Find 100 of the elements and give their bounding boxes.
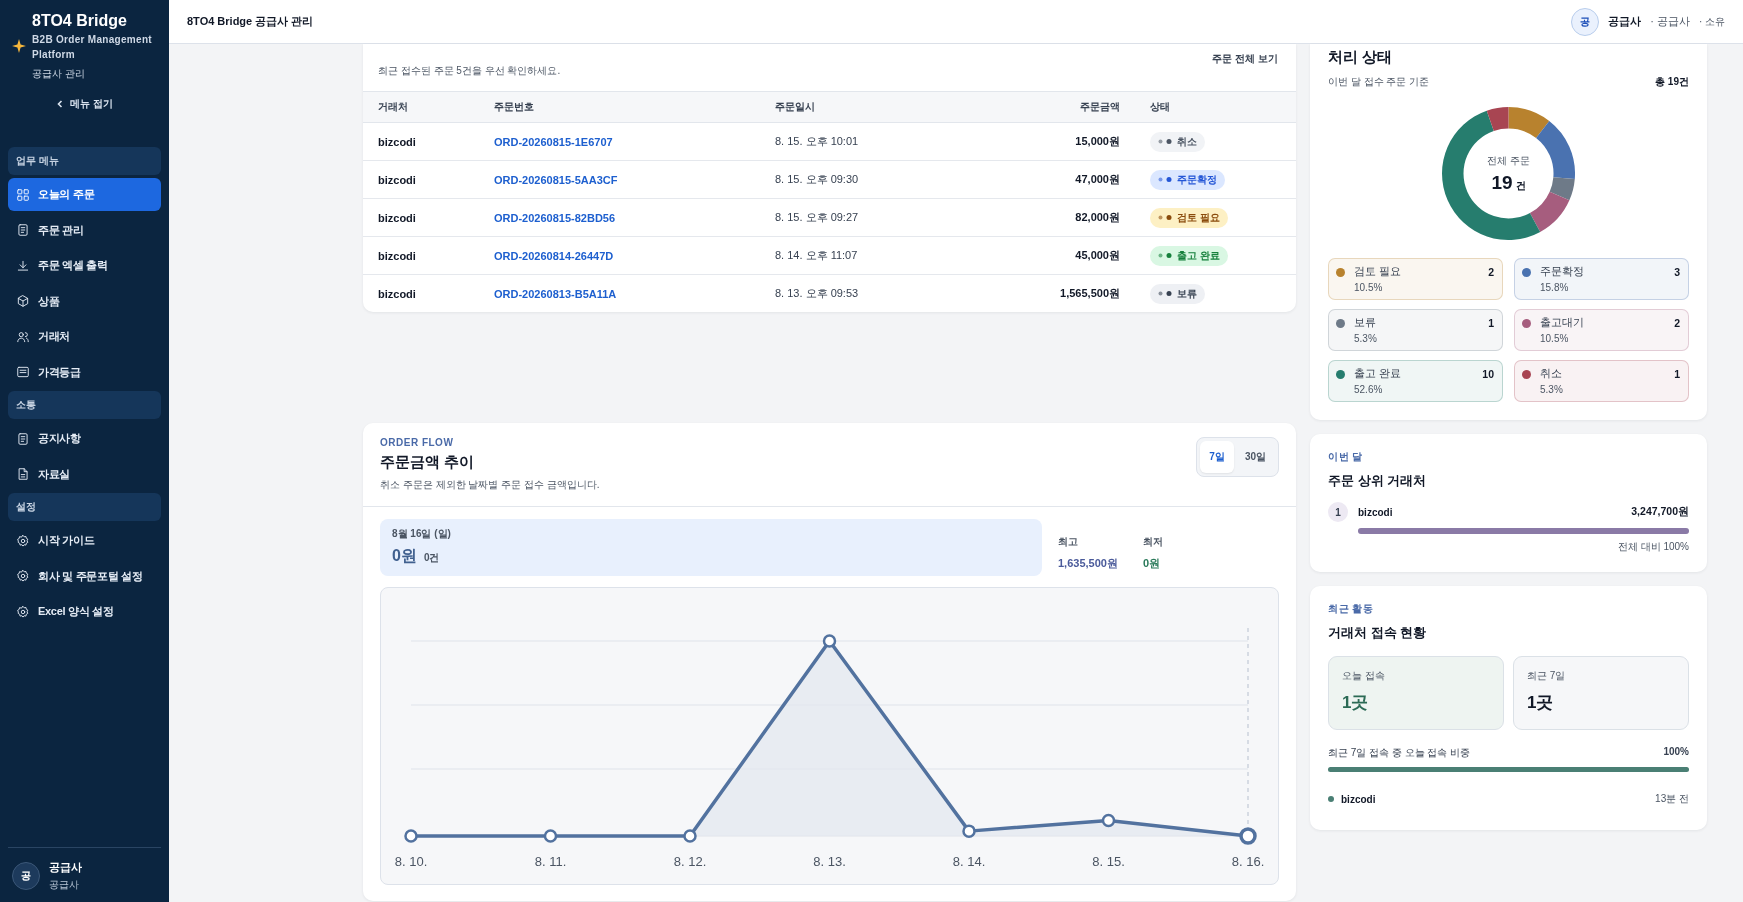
user-avatar[interactable]: 공 xyxy=(12,862,40,890)
legend-percent: 10.5% xyxy=(1354,282,1384,293)
dots-icon xyxy=(1158,177,1172,182)
legend-count: 3 xyxy=(1674,266,1680,278)
table-cell-text: 8. 15. 오후 09:27 xyxy=(775,210,860,225)
settings-icon xyxy=(16,569,30,583)
donut-center-label: 전체 주문 xyxy=(1487,153,1530,168)
brand-tagline: B2B Order Management Platform xyxy=(32,33,153,62)
section-header: 업무 메뉴 xyxy=(8,147,161,175)
section-header: 설정 xyxy=(8,493,161,521)
settings-icon xyxy=(16,604,30,619)
file-icon xyxy=(16,467,30,481)
table-cell-text: bizcodi xyxy=(378,211,417,224)
x-axis-label: 8. 10. xyxy=(394,854,428,869)
table-cell-text: 8. 15. 오후 10:01 xyxy=(775,134,860,149)
nav-item[interactable]: 회사 및 주문포털 설정 xyxy=(8,559,161,593)
user-role: · 공급사 xyxy=(1650,14,1690,29)
nav-item[interactable]: 주문 관리 xyxy=(8,213,161,247)
nav-item[interactable]: 자료실 xyxy=(8,457,161,491)
x-axis-label: 8. 16. xyxy=(1231,854,1265,869)
donut-center-unit: 건 xyxy=(1515,178,1526,193)
card-eyebrow: 이번 달 xyxy=(1328,450,1364,464)
stat-value: 1,635,500원 xyxy=(1058,555,1118,571)
legend-label: 취소 xyxy=(1540,367,1563,381)
selected-date: 8월 16일 (일) xyxy=(392,527,452,541)
tile-value: 1곳 xyxy=(1342,692,1370,714)
status-badge: 검토 필요 xyxy=(1150,207,1228,228)
status-badge: 취소 xyxy=(1150,131,1205,152)
nav-item[interactable]: 시작 가이드 xyxy=(8,524,161,557)
brand-subtitle: 공급사 관리 xyxy=(32,67,86,81)
order-number-link[interactable]: ORD-20260815-1E6707 xyxy=(494,135,613,148)
dots-icon xyxy=(1158,215,1172,220)
legend-count: 1 xyxy=(1488,317,1494,329)
status-badge: 주문확정 xyxy=(1150,169,1225,190)
table-cell-text: 1,565,500원 xyxy=(1059,286,1120,301)
x-axis-label: 8. 15. xyxy=(1092,854,1125,869)
column-header: 거래처 xyxy=(378,100,409,114)
order-number-link[interactable]: ORD-20260814-26447D xyxy=(494,249,614,262)
page-title: 8TO4 Bridge 공급사 관리 xyxy=(187,14,315,29)
customer-amount: 3,247,700원 xyxy=(1631,505,1689,519)
nav-item[interactable]: 거래처 xyxy=(8,320,161,353)
sparkle-icon xyxy=(12,39,26,53)
column-header: 주문일시 xyxy=(775,100,816,114)
nav-item[interactable]: 가격등급 xyxy=(8,355,161,389)
order-number-link[interactable]: ORD-20260813-B5A11A xyxy=(494,287,617,300)
nav-item[interactable]: Excel 양식 설정 xyxy=(8,595,161,628)
card-subtitle: 취소 주문은 제외한 날짜별 주문 접수 금액입니다. xyxy=(380,478,600,492)
x-axis-label: 8. 11. xyxy=(534,854,567,869)
view-all-link[interactable]: 주문 전체 보기 xyxy=(1212,50,1278,68)
section-header: 소통 xyxy=(8,391,161,419)
nav-item[interactable]: 오늘의 주문 xyxy=(8,178,161,211)
range-tab[interactable]: 7일 xyxy=(1200,441,1234,473)
table-cell-text: bizcodi xyxy=(378,249,417,262)
grid-icon xyxy=(16,187,30,202)
table-cell-text: 8. 14. 오후 11:07 xyxy=(775,248,859,263)
list-icon xyxy=(16,365,30,379)
last-access-time: 13분 전 xyxy=(1655,792,1689,806)
table-cell-text: 82,000원 xyxy=(1074,210,1120,225)
legend-label: 보류 xyxy=(1354,316,1377,330)
dots-icon xyxy=(1158,253,1172,258)
x-axis-label: 8. 12. xyxy=(673,854,707,869)
table-cell-text: 15,000원 xyxy=(1074,134,1120,149)
table-cell-text: 45,000원 xyxy=(1074,248,1120,263)
collapse-menu-button[interactable]: 메뉴 접기 xyxy=(52,95,117,113)
tile-value: 1곳 xyxy=(1527,692,1555,714)
user-extra: · 소유 xyxy=(1698,14,1725,29)
download-icon xyxy=(16,258,30,273)
legend-percent: 5.3% xyxy=(1354,333,1378,344)
card-title: 주문금액 추이 xyxy=(380,453,476,472)
tile-label: 오늘 접속 xyxy=(1342,669,1386,683)
table-cell-text: bizcodi xyxy=(378,173,417,186)
status-badge: 보류 xyxy=(1150,283,1205,304)
share-text: 전체 대비 100% xyxy=(1616,540,1689,554)
x-axis-label: 8. 13. xyxy=(813,854,846,869)
card-subtitle: 이번 달 접수 주문 기준 xyxy=(1328,75,1430,89)
order-number-link[interactable]: ORD-20260815-82BD56 xyxy=(494,211,616,224)
column-header: 주문금액 xyxy=(1079,100,1120,114)
chevron-left-icon xyxy=(56,100,65,108)
user-avatar[interactable]: 공 xyxy=(1571,7,1600,36)
card-subtitle: 최근 접수된 주문 5건을 우선 확인하세요. xyxy=(378,64,561,78)
column-header: 주문번호 xyxy=(494,100,535,114)
legend-count: 10 xyxy=(1482,368,1494,380)
donut-center-value: 19 xyxy=(1491,171,1513,194)
range-tab[interactable]: 30일 xyxy=(1235,441,1275,473)
ratio-value: 100% xyxy=(1663,746,1689,759)
order-number-link[interactable]: ORD-20260815-5AA3CF xyxy=(494,173,618,186)
partner-name: bizcodi xyxy=(1341,793,1377,805)
nav-item[interactable]: 주문 엑셀 출력 xyxy=(8,249,161,282)
nav-item[interactable]: 공지사항 xyxy=(8,422,161,455)
users-icon xyxy=(16,329,30,344)
rank-badge: 1 xyxy=(1328,502,1348,522)
stat-label: 최고 xyxy=(1058,534,1079,549)
card-title: 거래처 접속 현황 xyxy=(1328,624,1428,642)
card-title: 처리 상태 xyxy=(1328,48,1394,67)
legend-percent: 52.6% xyxy=(1354,384,1384,395)
table-cell-text: 8. 15. 오후 09:30 xyxy=(775,172,860,187)
legend-label: 출고대기 xyxy=(1540,316,1585,330)
legend-count: 1 xyxy=(1674,368,1680,380)
nav-item[interactable]: 상품 xyxy=(8,284,161,318)
user-role: 공급사 xyxy=(49,878,80,892)
